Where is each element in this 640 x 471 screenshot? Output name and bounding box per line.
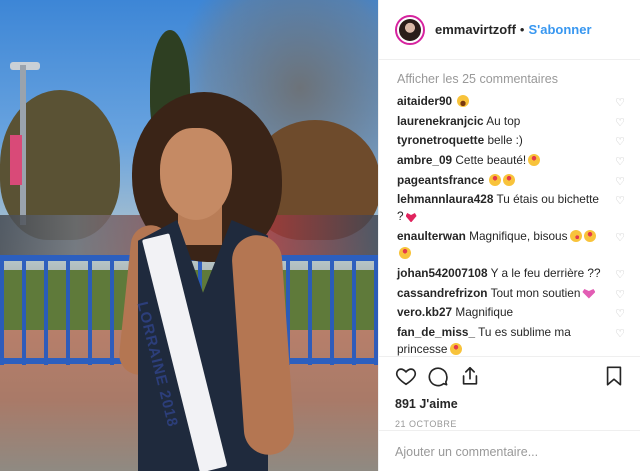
post-sidebar: emmavirtzoff • S'abonner Afficher les 25… — [378, 0, 640, 471]
comment-item: enaulterwan Magnifique, bisous ♡ — [397, 228, 640, 262]
comment-username[interactable]: cassandrefrizon — [397, 286, 487, 300]
comment-username[interactable]: vero.kb27 — [397, 305, 452, 319]
comment-text: Au top — [486, 113, 521, 128]
bookmark-icon-svg — [606, 366, 622, 386]
heart-eyes-emoji-icon — [399, 247, 411, 260]
heart-icon[interactable] — [395, 365, 417, 387]
comment-item: vero.kb27 Magnifique ♡ — [397, 304, 640, 321]
add-comment-bar — [379, 430, 640, 471]
follow-button[interactable]: S'abonner — [528, 22, 591, 37]
comment-item: lehmannlaura428 Tu étais ou bichette ? ♡ — [397, 191, 640, 225]
separator-dot: • — [519, 22, 525, 37]
comment-username[interactable]: lehmannlaura428 — [397, 192, 493, 206]
comment-username[interactable]: pageantsfrance — [397, 173, 484, 187]
red-heart-emoji-icon — [405, 212, 417, 223]
comment-username[interactable]: enaulterwan — [397, 229, 466, 243]
add-comment-input[interactable] — [395, 445, 625, 459]
comment-text: Magnifique — [455, 305, 514, 320]
comment-like-heart-icon[interactable]: ♡ — [615, 174, 625, 191]
comment-item: pageantsfrance ♡ — [397, 172, 640, 189]
username-link[interactable]: emmavirtzoff — [435, 22, 516, 37]
avatar[interactable] — [395, 14, 425, 45]
likes-count[interactable]: 891 J'aime — [395, 397, 625, 411]
comment-like-heart-icon[interactable]: ♡ — [615, 134, 625, 151]
comment-like-heart-icon[interactable]: ♡ — [615, 306, 625, 323]
comment-username[interactable]: fan_de_miss_ — [397, 325, 475, 339]
comment-item: johan542007108 Y a le feu derrière ?? ♡ — [397, 265, 640, 282]
comment-like-heart-icon[interactable]: ♡ — [615, 115, 625, 132]
comment-text: Tout mon soutien — [490, 285, 581, 300]
comment-icon-svg — [428, 367, 448, 387]
comment-like-heart-icon[interactable]: ♡ — [615, 193, 625, 210]
avatar-image — [399, 18, 421, 41]
heart-icon-svg — [395, 368, 417, 386]
instagram-post: LORRAINE 2018 emmavirtzoff • S'abonner A… — [0, 0, 640, 471]
comment-like-heart-icon[interactable]: ♡ — [615, 95, 625, 112]
comments-list[interactable]: Afficher les 25 commentaires aitaider90 … — [379, 61, 640, 356]
comment-item: cassandrefrizon Tout mon soutien ♡ — [397, 285, 640, 302]
heart-eyes-emoji-icon — [503, 173, 516, 186]
face — [160, 128, 232, 220]
post-header: emmavirtzoff • S'abonner — [379, 0, 640, 60]
bookmark-icon[interactable] — [603, 365, 625, 387]
grin-emoji-icon — [457, 95, 470, 107]
comment-username[interactable]: aitaider90 — [397, 94, 452, 108]
heart-eyes-emoji-icon — [583, 230, 596, 243]
comment-username[interactable]: johan542007108 — [397, 266, 488, 280]
comment-like-heart-icon[interactable]: ♡ — [615, 154, 625, 171]
heart-eyes-emoji-icon — [449, 342, 462, 355]
share-icon-svg — [462, 366, 478, 385]
comment-icon[interactable] — [427, 365, 449, 387]
comment-like-heart-icon[interactable]: ♡ — [615, 267, 625, 284]
comment-like-heart-icon[interactable]: ♡ — [615, 230, 625, 247]
kiss-emoji-icon — [569, 230, 582, 243]
heart-eyes-emoji-icon — [528, 154, 541, 167]
comment-item: ambre_09 Cette beauté! ♡ — [397, 152, 640, 169]
comment-item: aitaider90 ♡ — [397, 93, 640, 110]
share-icon[interactable] — [459, 365, 481, 387]
comment-text: Magnifique, bisous — [469, 229, 568, 244]
pink-heart-emoji-icon — [582, 289, 596, 299]
comment-like-heart-icon[interactable]: ♡ — [615, 326, 625, 343]
comment-like-heart-icon[interactable]: ♡ — [615, 287, 625, 304]
comment-text: Cette beauté! — [455, 153, 527, 168]
load-more-comments-link[interactable]: Afficher les 25 commentaires — [397, 72, 640, 86]
comment-text: belle :) — [487, 133, 523, 148]
heart-eyes-emoji-icon — [489, 173, 502, 186]
banner — [10, 135, 22, 185]
comment-item: tyronetroquette belle :) ♡ — [397, 132, 640, 149]
comment-item: laurenekranjcic Au top ♡ — [397, 113, 640, 130]
post-photo[interactable]: LORRAINE 2018 — [0, 0, 378, 471]
comment-username[interactable]: tyronetroquette — [397, 133, 484, 147]
post-date: 21 OCTOBRE — [395, 419, 457, 429]
comment-username[interactable]: laurenekranjcic — [397, 114, 484, 128]
comment-username[interactable]: ambre_09 — [397, 153, 452, 167]
action-icons — [395, 363, 625, 389]
actions-bar: 891 J'aime 21 OCTOBRE — [379, 356, 640, 429]
comment-text: Y a le feu derrière ?? — [490, 265, 601, 280]
comment-item: fan_de_miss_ Tu es sublime ma princesse ♡ — [397, 324, 640, 356]
